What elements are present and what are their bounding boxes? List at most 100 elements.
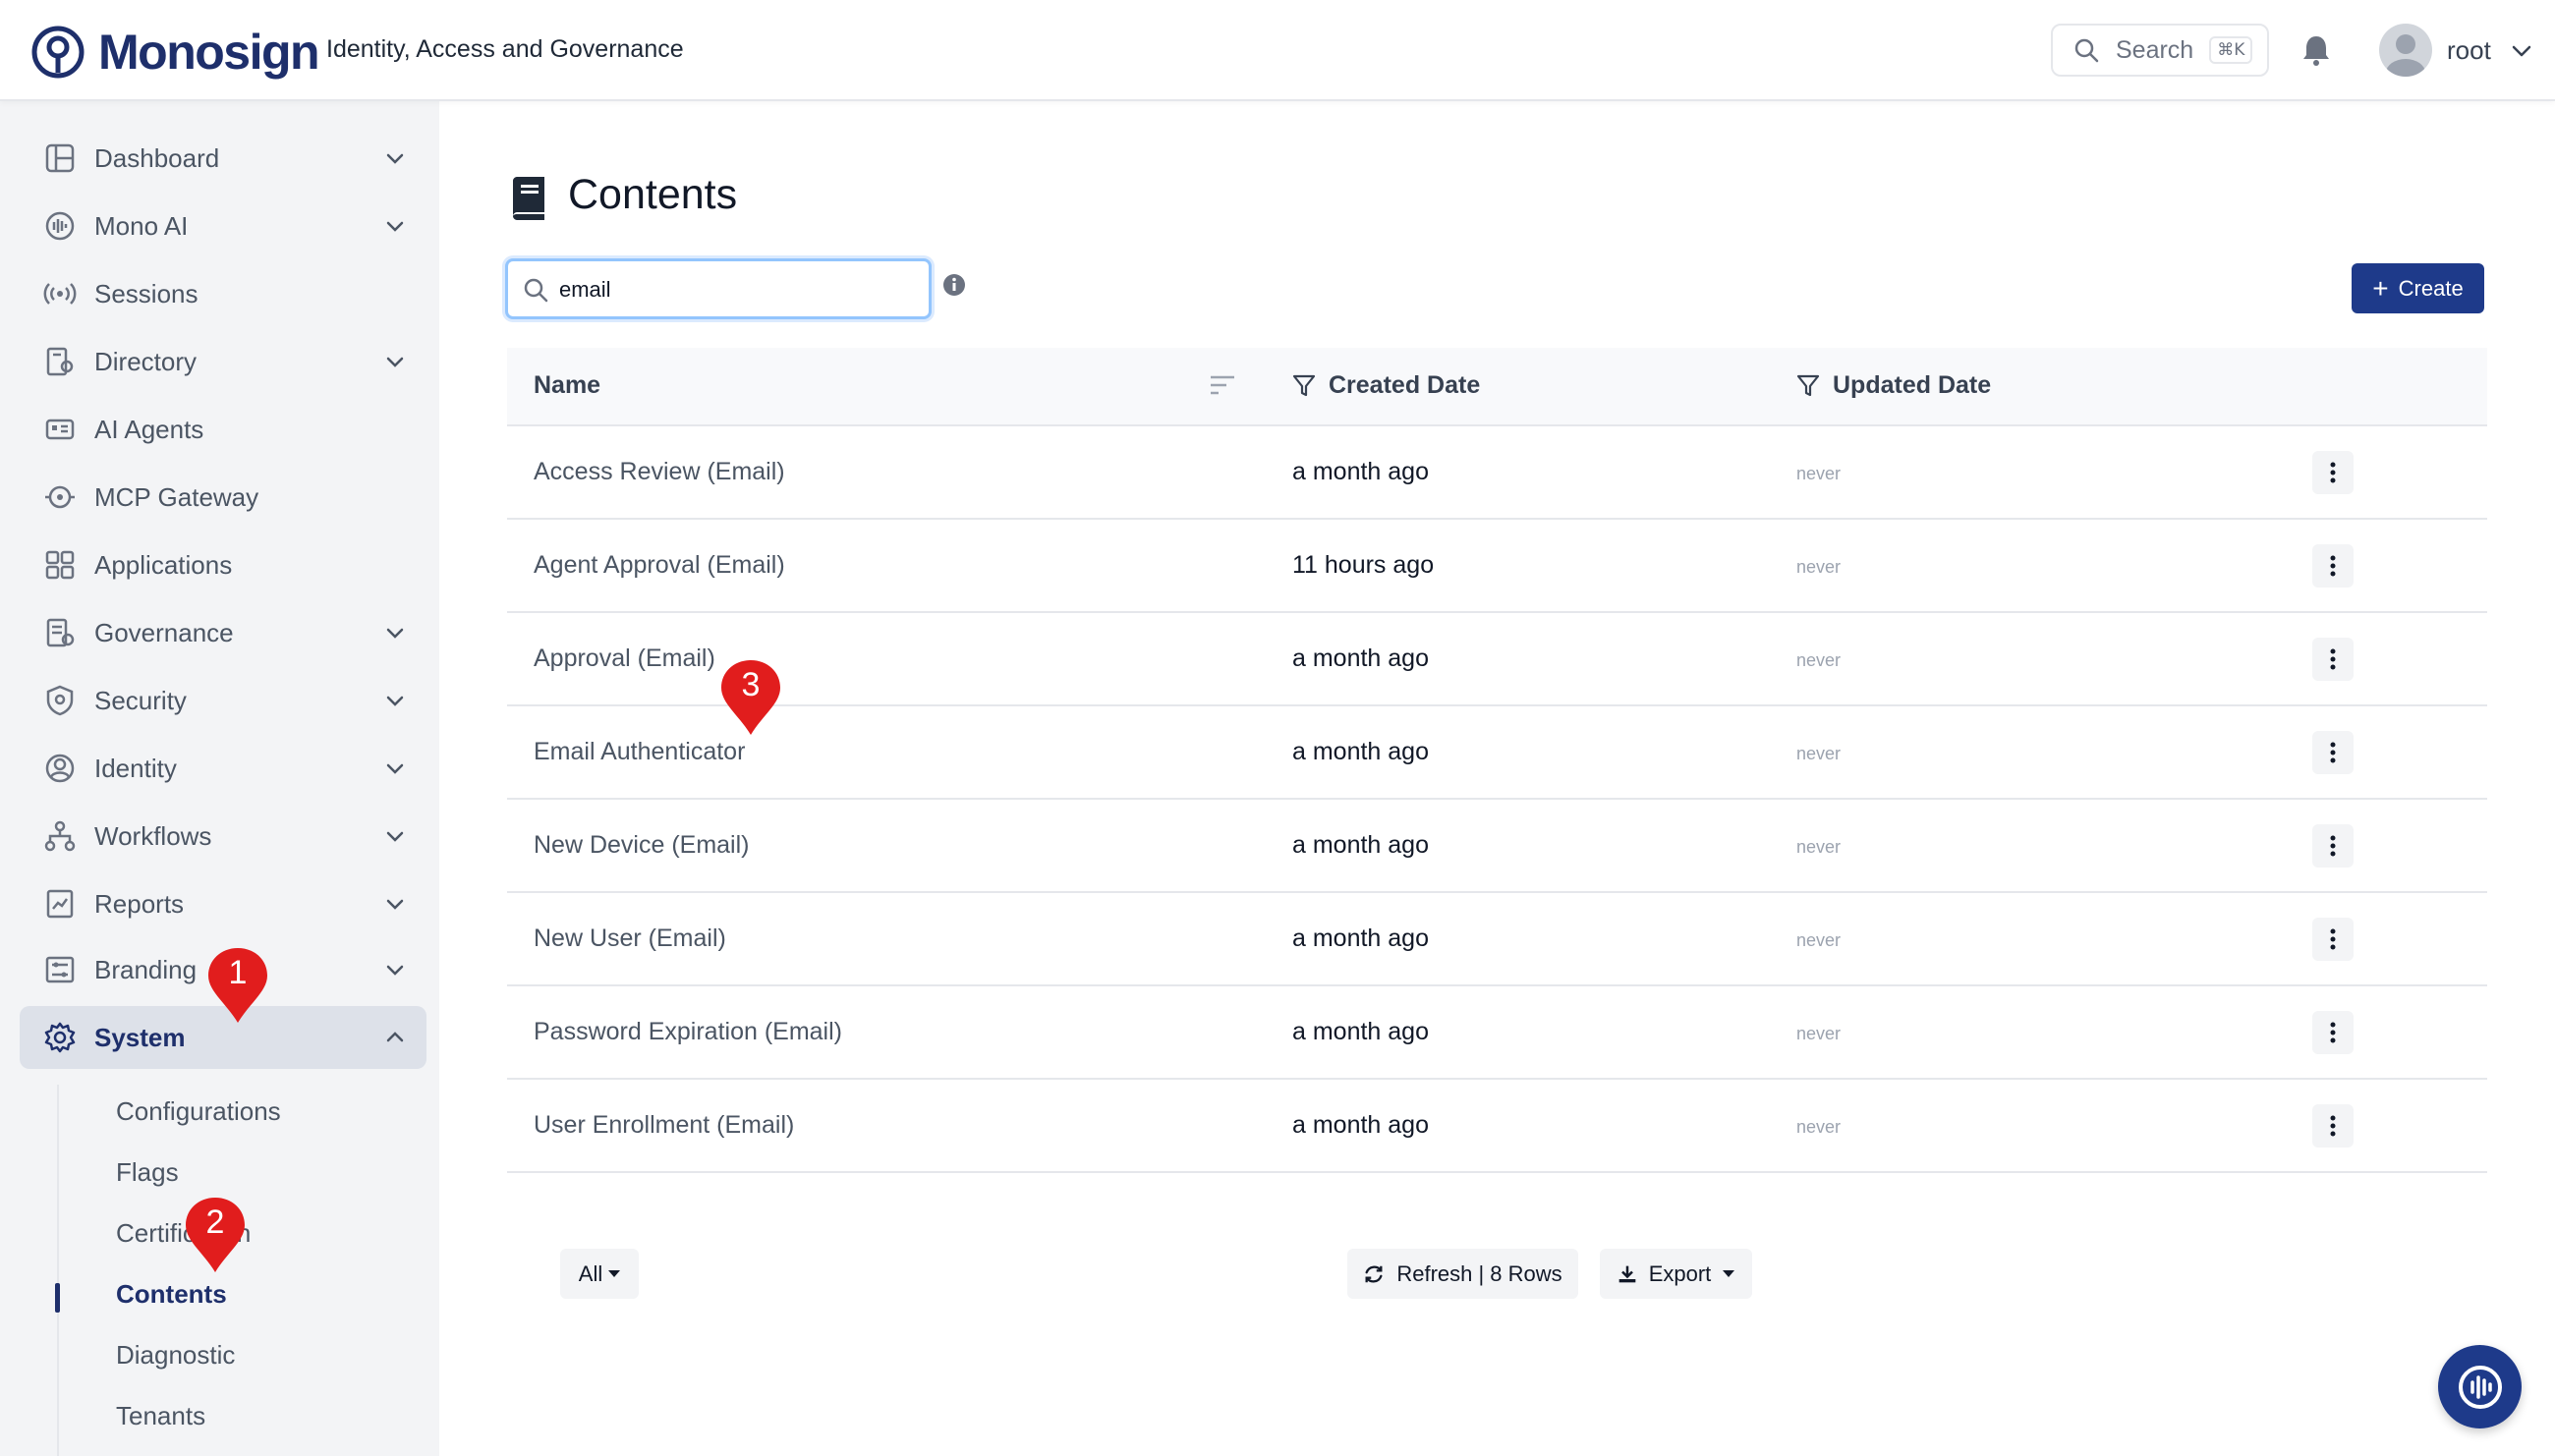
table-row[interactable]: Email Authenticator a month ago never xyxy=(507,706,2487,800)
info-icon[interactable] xyxy=(942,273,966,297)
submenu-guide-line xyxy=(57,1085,59,1456)
more-vertical-icon xyxy=(2330,462,2336,483)
sidebar-item-identity[interactable]: Identity xyxy=(20,737,426,800)
row-actions-button[interactable] xyxy=(2312,1104,2354,1148)
row-actions-button[interactable] xyxy=(2312,638,2354,681)
step-marker-2: 2 xyxy=(184,1196,247,1274)
more-vertical-icon xyxy=(2330,555,2336,577)
row-actions-button[interactable] xyxy=(2312,451,2354,494)
gear-icon xyxy=(44,1022,76,1053)
chevron-down-icon[interactable] xyxy=(2510,39,2533,63)
cell-name[interactable]: Email Authenticator xyxy=(534,738,745,766)
mono-ai-assistant-button[interactable] xyxy=(2438,1345,2522,1428)
page-size-dropdown[interactable]: All xyxy=(560,1249,639,1299)
dashboard-icon xyxy=(45,143,75,173)
global-search-button[interactable]: Search ⌘K xyxy=(2051,24,2269,77)
user-name[interactable]: root xyxy=(2447,35,2491,66)
sidebar-item-governance[interactable]: Governance xyxy=(20,601,426,664)
governance-icon xyxy=(46,618,75,647)
row-actions-button[interactable] xyxy=(2312,1011,2354,1054)
cell-name[interactable]: Agent Approval (Email) xyxy=(534,551,785,580)
cell-name[interactable]: New Device (Email) xyxy=(534,831,749,860)
table-row[interactable]: Password Expiration (Email) a month ago … xyxy=(507,986,2487,1080)
cell-created-date: a month ago xyxy=(1292,644,1429,672)
chevron-down-icon xyxy=(386,831,404,842)
table-row[interactable]: New Device (Email) a month ago never xyxy=(507,800,2487,893)
brand-logo[interactable]: Monosign xyxy=(31,24,320,81)
cell-updated-date: never xyxy=(1796,650,1842,670)
sidebar-item-dashboard[interactable]: Dashboard xyxy=(20,127,426,190)
submenu-item-diagnostic[interactable]: Diagnostic xyxy=(116,1340,235,1371)
row-actions-button[interactable] xyxy=(2312,918,2354,961)
mcp-gateway-icon xyxy=(45,485,75,509)
cell-updated-date: never xyxy=(1796,1024,1842,1043)
table-row[interactable]: User Enrollment (Email) a month ago neve… xyxy=(507,1080,2487,1173)
sidebar-item-label: System xyxy=(94,1022,186,1052)
create-button[interactable]: + Create xyxy=(2352,263,2484,313)
submenu-item-tenants[interactable]: Tenants xyxy=(116,1401,205,1431)
column-header-updated-date[interactable]: Updated Date xyxy=(1833,371,1991,400)
sort-icon[interactable] xyxy=(1209,373,1236,397)
sidebar-item-label: Directory xyxy=(94,346,198,376)
cell-created-date: 11 hours ago xyxy=(1292,551,1435,579)
cell-updated-date: never xyxy=(1796,930,1842,950)
cell-created-date: a month ago xyxy=(1292,458,1429,485)
sidebar-item-label: MCP Gateway xyxy=(94,481,259,512)
submenu-item-flags[interactable]: Flags xyxy=(116,1157,179,1188)
sidebar-item-mono-ai[interactable]: Mono AI xyxy=(20,195,426,257)
submenu-item-configurations[interactable]: Configurations xyxy=(116,1096,281,1127)
table-row[interactable]: Agent Approval (Email) 11 hours ago neve… xyxy=(507,520,2487,613)
sidebar-item-directory[interactable]: Directory xyxy=(20,330,426,393)
cell-created-date: a month ago xyxy=(1292,738,1429,765)
refresh-button[interactable]: Refresh | 8 Rows xyxy=(1347,1249,1578,1299)
sidebar-item-sessions[interactable]: Sessions xyxy=(20,262,426,325)
sidebar-item-security[interactable]: Security xyxy=(20,669,426,732)
sidebar-item-label: Sessions xyxy=(94,278,199,308)
sessions-icon xyxy=(43,283,77,305)
table-row[interactable]: New User (Email) a month ago never xyxy=(507,893,2487,986)
sidebar-item-reports[interactable]: Reports xyxy=(20,872,426,935)
cell-name[interactable]: New User (Email) xyxy=(534,924,726,953)
column-header-created-date[interactable]: Created Date xyxy=(1329,371,1480,400)
cell-name[interactable]: Approval (Email) xyxy=(534,644,715,673)
more-vertical-icon xyxy=(2330,928,2336,950)
table-row[interactable]: Access Review (Email) a month ago never xyxy=(507,426,2487,520)
contents-search-input[interactable] xyxy=(559,273,913,307)
step-marker-number: 1 xyxy=(228,954,248,991)
step-marker-number: 3 xyxy=(741,666,761,703)
more-vertical-icon xyxy=(2330,648,2336,670)
sidebar-item-ai-agents[interactable]: AI Agents xyxy=(20,398,426,461)
book-icon xyxy=(513,177,544,220)
filter-icon[interactable] xyxy=(1796,373,1820,399)
export-dropdown-button[interactable]: Export xyxy=(1600,1249,1752,1299)
cell-name[interactable]: User Enrollment (Email) xyxy=(534,1111,794,1140)
identity-icon xyxy=(45,754,75,783)
directory-icon xyxy=(46,347,74,376)
table-row[interactable]: Approval (Email) a month ago never xyxy=(507,613,2487,706)
create-button-label: Create xyxy=(2398,275,2464,301)
sidebar-item-mcp-gateway[interactable]: MCP Gateway xyxy=(20,466,426,529)
sidebar-item-applications[interactable]: Applications xyxy=(20,533,426,596)
cell-created-date: a month ago xyxy=(1292,1018,1429,1045)
step-marker-number: 2 xyxy=(205,1204,225,1241)
contents-search-field[interactable] xyxy=(505,258,932,319)
chevron-up-icon xyxy=(386,1032,404,1042)
filter-icon[interactable] xyxy=(1292,373,1316,399)
row-actions-button[interactable] xyxy=(2312,544,2354,588)
row-actions-button[interactable] xyxy=(2312,731,2354,774)
more-vertical-icon xyxy=(2330,1022,2336,1043)
column-header-name[interactable]: Name xyxy=(534,371,600,400)
cell-updated-date: never xyxy=(1796,744,1842,763)
chevron-down-icon xyxy=(386,696,404,706)
notifications-bell-icon[interactable] xyxy=(2300,33,2332,67)
cell-name[interactable]: Access Review (Email) xyxy=(534,458,785,486)
row-actions-button[interactable] xyxy=(2312,824,2354,868)
refresh-icon xyxy=(1365,1265,1383,1282)
user-avatar[interactable] xyxy=(2379,24,2432,77)
cell-updated-date: never xyxy=(1796,557,1842,577)
workflows-icon xyxy=(44,820,76,852)
submenu-item-contents[interactable]: Contents xyxy=(116,1279,227,1310)
sidebar-item-workflows[interactable]: Workflows xyxy=(20,805,426,868)
cell-name[interactable]: Password Expiration (Email) xyxy=(534,1018,842,1046)
sidebar-item-label: Applications xyxy=(94,549,233,580)
